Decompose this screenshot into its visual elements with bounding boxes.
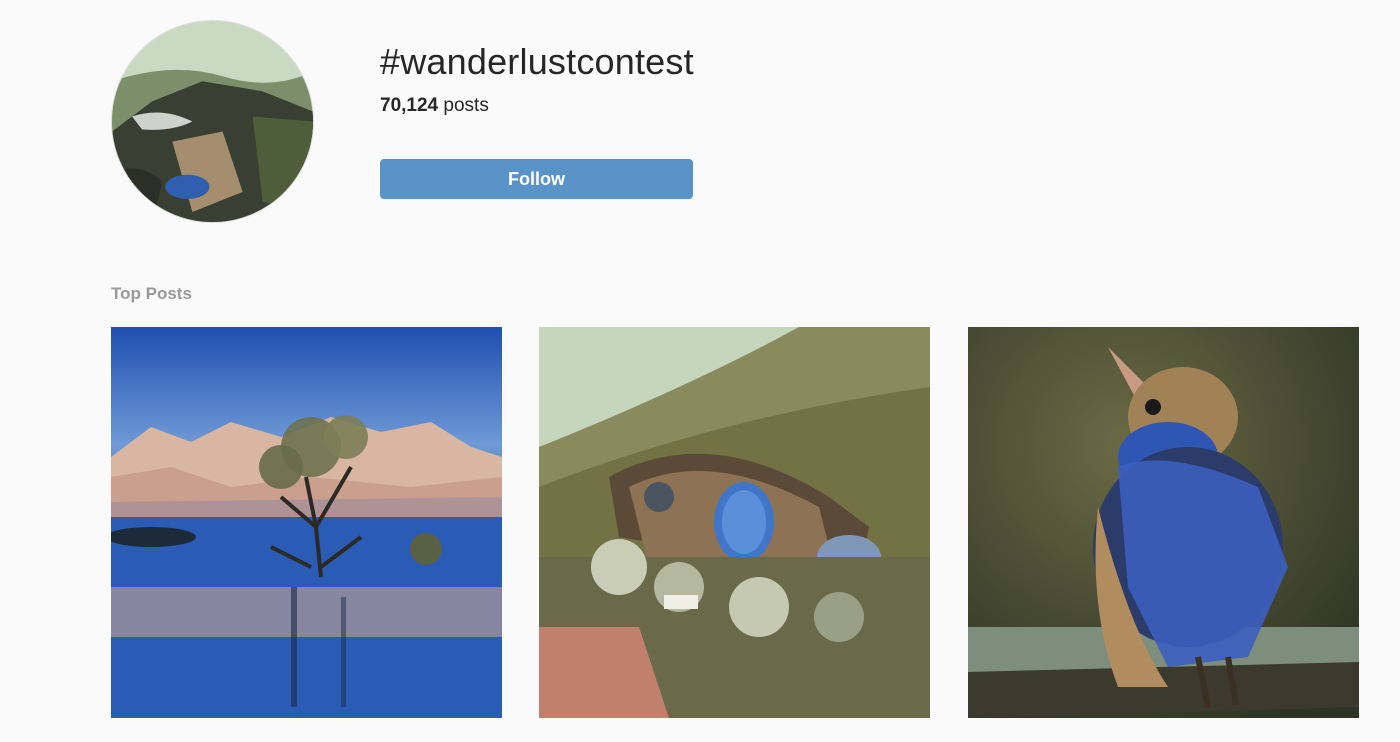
follow-button[interactable]: Follow	[380, 159, 693, 199]
kingfisher-photo-icon	[968, 327, 1359, 718]
top-post-2[interactable]	[539, 327, 930, 718]
top-post-3[interactable]	[968, 327, 1359, 718]
post-count-suffix: posts	[438, 95, 489, 116]
top-posts-heading: Top Posts	[111, 284, 192, 303]
post-count: 70,124 posts	[380, 94, 489, 118]
mountain-photo-icon	[112, 21, 313, 222]
hashtag-page: #wanderlustcontest 70,124 posts Follow T…	[0, 0, 1400, 742]
hobbit-hole-photo-icon	[539, 327, 930, 718]
lake-tree-photo-icon	[111, 327, 502, 718]
top-post-1[interactable]	[111, 327, 502, 718]
post-count-number: 70,124	[380, 95, 439, 116]
hashtag-avatar	[111, 20, 314, 223]
hashtag-title: #wanderlustcontest	[380, 41, 694, 82]
